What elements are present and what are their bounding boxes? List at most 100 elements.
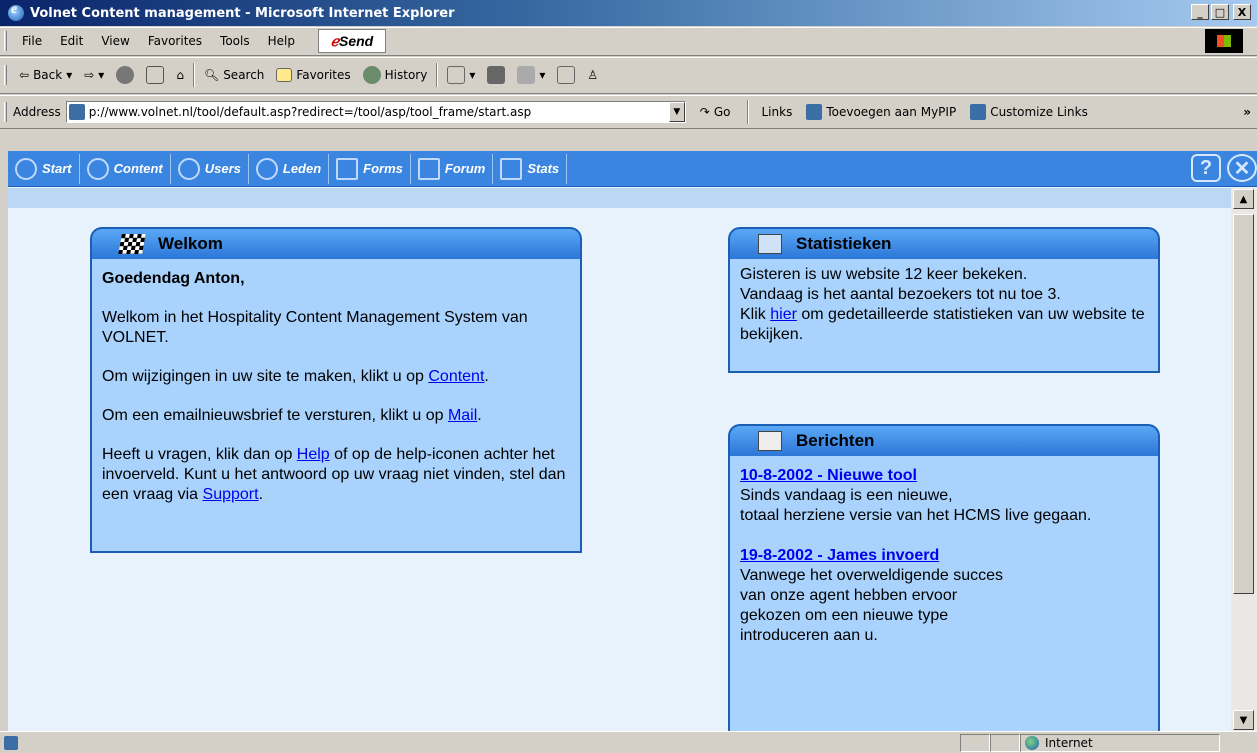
chevron-right-icon[interactable]: »: [1243, 105, 1251, 119]
grip: [4, 31, 7, 51]
back-button[interactable]: ⇦ Back ▾: [13, 61, 78, 89]
page-icon: [970, 103, 987, 120]
nav-forum[interactable]: Forum: [411, 153, 494, 184]
messenger-button[interactable]: ♙: [581, 61, 604, 89]
discuss-button[interactable]: [551, 61, 581, 89]
nav-forms[interactable]: Forms: [329, 153, 411, 184]
nav-users[interactable]: Users: [171, 153, 249, 184]
stats-line-link: Klik hier om gedetailleerde statistieken…: [740, 306, 1145, 343]
nav-content[interactable]: Content: [80, 153, 171, 184]
window-title: Volnet Content management - Microsoft In…: [30, 5, 455, 21]
address-dropdown[interactable]: ▼: [668, 101, 685, 122]
chart-icon: [500, 157, 523, 180]
history-icon: [362, 66, 381, 84]
refresh-icon: [146, 66, 165, 84]
grip: [4, 101, 7, 122]
nav-leden[interactable]: Leden: [249, 153, 330, 184]
form-icon: [336, 157, 359, 180]
discuss-icon: [557, 66, 576, 84]
minimize-button[interactable]: _: [1191, 4, 1209, 20]
intro-text: Welkom in het Hospitality Content Manage…: [102, 309, 528, 346]
menu-view[interactable]: View: [92, 34, 138, 48]
ie-logo-icon: [8, 2, 24, 21]
chevron-down-icon: ▾: [98, 68, 105, 82]
support-link[interactable]: Support: [203, 486, 259, 503]
group-icon: [255, 157, 278, 180]
print-button[interactable]: [481, 61, 511, 89]
edit-button[interactable]: ▾: [511, 61, 551, 89]
nav-start[interactable]: Start: [8, 153, 80, 184]
go-arrow-icon: ↷: [699, 104, 710, 119]
windows-logo-icon: [1205, 29, 1243, 53]
maximize-button[interactable]: □: [1211, 4, 1229, 20]
content-link[interactable]: Content: [428, 368, 484, 385]
address-bar: Address p://www.volnet.nl/tool/default.a…: [0, 95, 1257, 129]
nav-stats[interactable]: Stats: [493, 153, 568, 184]
content-text: Om wijzigingen in uw site te maken, klik…: [102, 368, 489, 385]
statistieken-header: Statistieken: [728, 227, 1160, 259]
grip: [4, 65, 7, 85]
welkom-panel: Welkom Goedendag Anton, Welkom in het Ho…: [90, 227, 582, 553]
messenger-icon: ♙: [587, 68, 599, 82]
status-cell: [960, 733, 990, 752]
hier-link[interactable]: hier: [770, 306, 797, 323]
separator: [192, 63, 195, 87]
stats-line-yesterday: Gisteren is uw website 12 keer bekeken.: [740, 266, 1028, 283]
send-icon: ℯ: [330, 32, 339, 49]
refresh-button[interactable]: [140, 61, 170, 89]
status-text: [0, 734, 960, 752]
news-link[interactable]: 10-8-2002 - Nieuwe tool: [740, 467, 917, 484]
news-link[interactable]: 19-8-2002 - James invoerd: [740, 547, 939, 564]
scroll-thumb[interactable]: [1233, 214, 1254, 594]
help-link[interactable]: Help: [297, 446, 330, 463]
go-button[interactable]: ↷ Go: [700, 105, 731, 119]
mail-text: Om een emailnieuwsbrief te versturen, kl…: [102, 407, 482, 424]
stop-button[interactable]: [110, 61, 140, 89]
header-band: [8, 188, 1231, 208]
scroll-down-button[interactable]: ▼: [1233, 710, 1254, 730]
help-text: Heeft u vragen, klik dan op Help of op d…: [102, 446, 566, 503]
menu-file[interactable]: File: [13, 34, 51, 48]
home-icon: ⌂: [176, 68, 184, 82]
toolbar: ⇦ Back ▾ ⇨ ▾ ⌂ 🔍︎ Search Favorites History ▾…: [0, 57, 1257, 94]
favorites-icon: [276, 68, 293, 82]
menu-edit[interactable]: Edit: [51, 34, 92, 48]
page-icon: [4, 735, 18, 750]
stop-icon: [116, 66, 135, 84]
news-item: 19-8-2002 - James invoerd Vanwege het ov…: [740, 547, 1003, 644]
address-input[interactable]: p://www.volnet.nl/tool/default.asp?redir…: [65, 100, 686, 123]
title-bar: Volnet Content management - Microsoft In…: [0, 0, 1257, 26]
send-button[interactable]: ℯ Send: [317, 29, 386, 53]
status-cell: [990, 733, 1020, 752]
start-icon: [15, 157, 37, 180]
chart-icon: [758, 234, 782, 254]
home-button[interactable]: ⌂: [170, 61, 190, 89]
menu-help[interactable]: Help: [259, 34, 304, 48]
link-customize[interactable]: Customize Links: [970, 103, 1088, 120]
links-label: Links: [761, 104, 793, 119]
greeting: Goedendag Anton,: [102, 270, 245, 287]
scroll-up-button[interactable]: ▲: [1233, 189, 1254, 209]
help-icon[interactable]: ?: [1191, 154, 1221, 182]
close-icon[interactable]: ✕: [1227, 154, 1257, 182]
address-url: p://www.volnet.nl/tool/default.asp?redir…: [88, 104, 532, 119]
chevron-down-icon: ▾: [66, 68, 73, 82]
mail-link[interactable]: Mail: [448, 407, 477, 424]
page-icon: [806, 103, 823, 120]
menu-bar: File Edit View Favorites Tools Help ℯ Sen…: [0, 27, 1257, 56]
menu-favorites[interactable]: Favorites: [139, 34, 211, 48]
message-icon: [758, 431, 782, 451]
mail-icon: [447, 66, 466, 84]
close-button[interactable]: X: [1233, 4, 1251, 20]
forum-icon: [417, 157, 440, 180]
mail-button[interactable]: ▾: [441, 61, 481, 89]
menu-tools[interactable]: Tools: [211, 34, 259, 48]
forward-button[interactable]: ⇨ ▾: [78, 61, 110, 89]
favorites-button[interactable]: Favorites: [270, 61, 356, 89]
print-icon: [487, 66, 506, 84]
welkom-header: Welkom: [90, 227, 582, 259]
vertical-scrollbar[interactable]: ▲ ▼: [1231, 188, 1257, 731]
link-toevoegen[interactable]: Toevoegen aan MyPIP: [806, 103, 956, 120]
search-button[interactable]: 🔍︎ Search: [198, 61, 270, 89]
history-button[interactable]: History: [357, 61, 434, 89]
